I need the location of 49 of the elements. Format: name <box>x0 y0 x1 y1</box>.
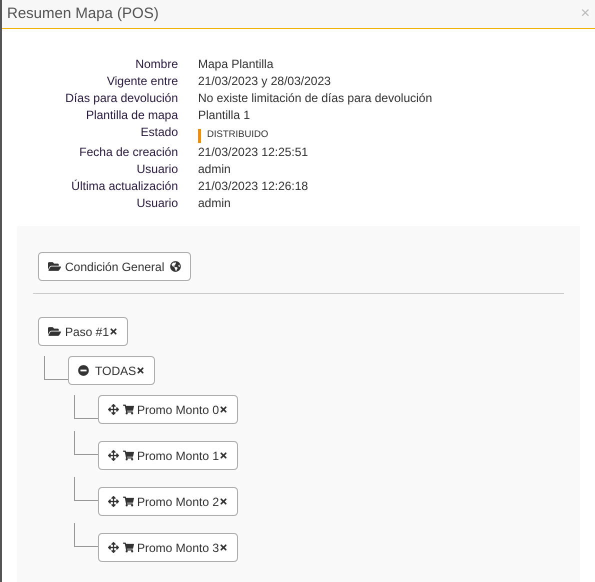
field-label: Fecha de creación <box>78 144 178 161</box>
move-icon <box>108 496 119 507</box>
field-label: Estado <box>140 124 178 141</box>
field-label: Usuario <box>136 161 178 178</box>
field-value: admin <box>198 195 232 212</box>
tree-node[interactable]: Promo Monto 0 <box>98 395 238 424</box>
field-value: Mapa Plantilla <box>198 56 274 73</box>
globe-icon <box>170 261 182 272</box>
node-label: Promo Monto 2 <box>137 494 220 510</box>
cross-icon[interactable] <box>109 327 118 336</box>
field-value: No existe limitación de días para devolución <box>198 90 434 107</box>
cart-icon <box>123 450 134 461</box>
tree-node[interactable]: Paso #1 <box>38 317 128 346</box>
move-icon <box>108 450 119 461</box>
tree-node[interactable]: TODAS <box>68 356 156 385</box>
move-icon <box>108 404 119 415</box>
status-text: DISTRIBUIDO <box>207 128 268 142</box>
node-label: TODAS <box>95 362 136 380</box>
move-icon <box>108 542 119 553</box>
field-label: Última actualización <box>70 178 178 195</box>
cross-icon[interactable] <box>219 497 228 506</box>
cross-icon[interactable] <box>219 543 228 552</box>
cart-icon <box>123 404 134 415</box>
field-label: Plantilla de mapa <box>84 107 178 124</box>
folder-icon <box>48 260 61 273</box>
tree-node[interactable]: Promo Monto 1 <box>98 441 238 470</box>
field-value: admin <box>198 161 232 178</box>
general-condition-button[interactable]: Condición General <box>38 252 192 281</box>
field-value: Plantilla 1 <box>198 107 252 124</box>
folder-icon <box>48 325 61 338</box>
window-title: Resumen Mapa (POS) <box>7 4 159 24</box>
field-label: Usuario <box>136 195 178 212</box>
cart-icon <box>123 496 134 507</box>
field-label: Nombre <box>134 56 178 73</box>
node-label: Paso #1 <box>65 324 110 340</box>
node-label: Promo Monto 1 <box>137 448 220 464</box>
field-value: 21/03/2023 y 28/03/2023 <box>198 73 332 90</box>
field-label: Días para devolución <box>64 90 178 107</box>
cross-icon[interactable] <box>219 451 228 460</box>
node-label: Promo Monto 3 <box>137 540 220 556</box>
tree-node[interactable]: Promo Monto 2 <box>98 487 238 516</box>
cross-icon[interactable] <box>219 405 228 414</box>
tree-node[interactable]: Promo Monto 3 <box>98 533 238 562</box>
field-value: 21/03/2023 12:26:18 <box>198 178 310 195</box>
field-value: 21/03/2023 12:25:51 <box>198 144 310 161</box>
field-label: Vigente entre <box>106 73 178 90</box>
cross-icon[interactable] <box>136 366 146 375</box>
cart-icon <box>123 542 134 553</box>
node-label: Promo Monto 0 <box>137 402 220 418</box>
